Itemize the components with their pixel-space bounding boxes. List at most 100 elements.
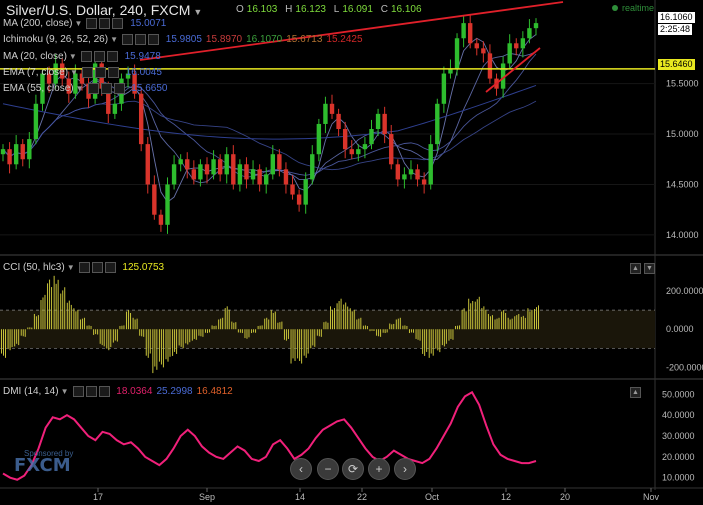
close-icon[interactable] [107, 67, 119, 78]
scroll-right-button[interactable]: › [394, 458, 416, 480]
dmi-legend[interactable]: DMI (14, 14) ▼ 18.0364 25.2998 16.4812 [3, 386, 233, 397]
cci-bar [448, 329, 450, 341]
settings-icon[interactable] [81, 67, 93, 78]
cci-bar [327, 322, 329, 330]
pane-down-icon[interactable]: ▼ [644, 263, 655, 274]
chevron-down-icon[interactable]: ▼ [69, 52, 77, 61]
candle-body [533, 23, 539, 29]
pane-up-icon[interactable]: ▲ [630, 263, 641, 274]
cci-bar [487, 313, 489, 330]
candle-body [481, 48, 486, 54]
visibility-icon[interactable] [85, 386, 97, 397]
cci-bar [51, 287, 53, 330]
cci-bar [516, 315, 518, 330]
cci-bar [40, 300, 42, 330]
cci-legend[interactable]: CCI (50, hlc3) ▼ 125.0753 [3, 262, 164, 273]
close-icon[interactable] [104, 262, 116, 273]
indicator-value: 15.6650 [131, 83, 168, 95]
zoom-out-button[interactable]: − [317, 458, 339, 480]
cci-bar [369, 329, 371, 332]
indicator-ema7[interactable]: EMA (7, close) ▼ 16.0045 [3, 67, 162, 78]
cci-bar [228, 309, 230, 330]
reset-zoom-button[interactable]: ⟳ [342, 458, 364, 480]
cci-bar [208, 329, 210, 333]
cci-bar [314, 329, 316, 347]
chevron-down-icon[interactable]: ▼ [110, 35, 118, 44]
indicator-ema55[interactable]: EMA (55, close) ▼ 15.6650 [3, 83, 167, 94]
indicator-label[interactable]: DMI (14, 14) [3, 386, 59, 397]
visibility-icon[interactable] [91, 262, 103, 273]
visibility-icon[interactable] [99, 18, 111, 29]
cci-bar [371, 329, 373, 331]
cci-bar [412, 329, 414, 333]
chevron-down-icon[interactable]: ▼ [193, 7, 202, 17]
candle-body [349, 149, 354, 155]
cci-bar [290, 329, 292, 364]
zoom-in-button[interactable]: + [368, 458, 390, 480]
chevron-down-icon[interactable]: ▼ [74, 19, 82, 28]
cci-bar [37, 315, 39, 330]
visibility-icon[interactable] [93, 51, 105, 62]
cci-bar [246, 329, 248, 339]
cci-bar [231, 321, 233, 330]
candle-body [421, 179, 427, 185]
candle-body [224, 154, 229, 175]
cci-bar [90, 325, 92, 330]
chevron-down-icon[interactable]: ▼ [61, 387, 69, 396]
cci-bar [103, 329, 105, 347]
ohlc-high-key: H [285, 4, 293, 15]
settings-icon[interactable] [80, 51, 92, 62]
chevron-down-icon[interactable]: ▼ [70, 68, 78, 77]
close-icon[interactable] [98, 386, 110, 397]
indicator-label[interactable]: MA (20, close) [3, 51, 67, 62]
chevron-down-icon[interactable]: ▼ [76, 84, 84, 93]
cci-bar [334, 308, 336, 330]
indicator-label[interactable]: EMA (7, close) [3, 67, 68, 78]
symbol-title[interactable]: Silver/U.S. Dollar, 240, FXCM [6, 2, 190, 18]
cci-bar [167, 329, 169, 362]
cci-bar [325, 321, 327, 330]
visibility-icon[interactable] [134, 34, 146, 45]
indicator-ma20[interactable]: MA (20, close) ▼ 15.9478 [3, 51, 161, 62]
settings-icon[interactable] [87, 83, 99, 94]
cci-bar [364, 325, 366, 330]
indicator-label[interactable]: MA (200, close) [3, 18, 72, 29]
settings-icon[interactable] [72, 386, 84, 397]
scroll-left-button[interactable]: ‹ [290, 458, 312, 480]
cci-bar [160, 329, 162, 365]
settings-icon[interactable] [78, 262, 90, 273]
chevron-down-icon[interactable]: ▼ [67, 263, 75, 272]
candle-body [316, 123, 322, 155]
fxcm-logo[interactable]: FXCM [14, 455, 71, 476]
indicator-label[interactable]: Ichimoku (9, 26, 52, 26) [3, 34, 108, 45]
candle-body [244, 164, 249, 180]
indicator-label[interactable]: EMA (55, close) [3, 83, 74, 94]
indicator-ma200[interactable]: MA (200, close) ▼ 15.0071 [3, 18, 166, 29]
cci-bar [1, 329, 2, 354]
candle-body [296, 194, 302, 205]
cci-bar [134, 319, 136, 330]
pane-up-icon[interactable]: ▲ [630, 387, 641, 398]
indicator-label[interactable]: CCI (50, hlc3) [3, 262, 65, 273]
candle-body [283, 169, 289, 185]
visibility-icon[interactable] [100, 83, 112, 94]
settings-icon[interactable] [121, 34, 133, 45]
cci-bar [538, 305, 539, 330]
ohlc-low-key: L [333, 4, 340, 15]
visibility-icon[interactable] [94, 67, 106, 78]
indicator-ichimoku[interactable]: Ichimoku (9, 26, 52, 26) ▼ 15.9805 15.8970… [3, 34, 363, 45]
cci-bar [483, 306, 485, 330]
chart-title[interactable]: Silver/U.S. Dollar, 240, FXCM ▼ [6, 2, 202, 18]
close-icon[interactable] [112, 18, 124, 29]
settings-icon[interactable] [86, 18, 98, 29]
cci-bar [520, 316, 522, 330]
cci-bar [514, 316, 516, 330]
candle-body [237, 164, 243, 185]
cci-bar [459, 325, 461, 330]
close-icon[interactable] [106, 51, 118, 62]
cci-bar [415, 329, 417, 339]
cci-bar [204, 329, 206, 333]
close-icon[interactable] [147, 34, 159, 45]
cci-bar [347, 306, 349, 330]
close-icon[interactable] [113, 83, 125, 94]
